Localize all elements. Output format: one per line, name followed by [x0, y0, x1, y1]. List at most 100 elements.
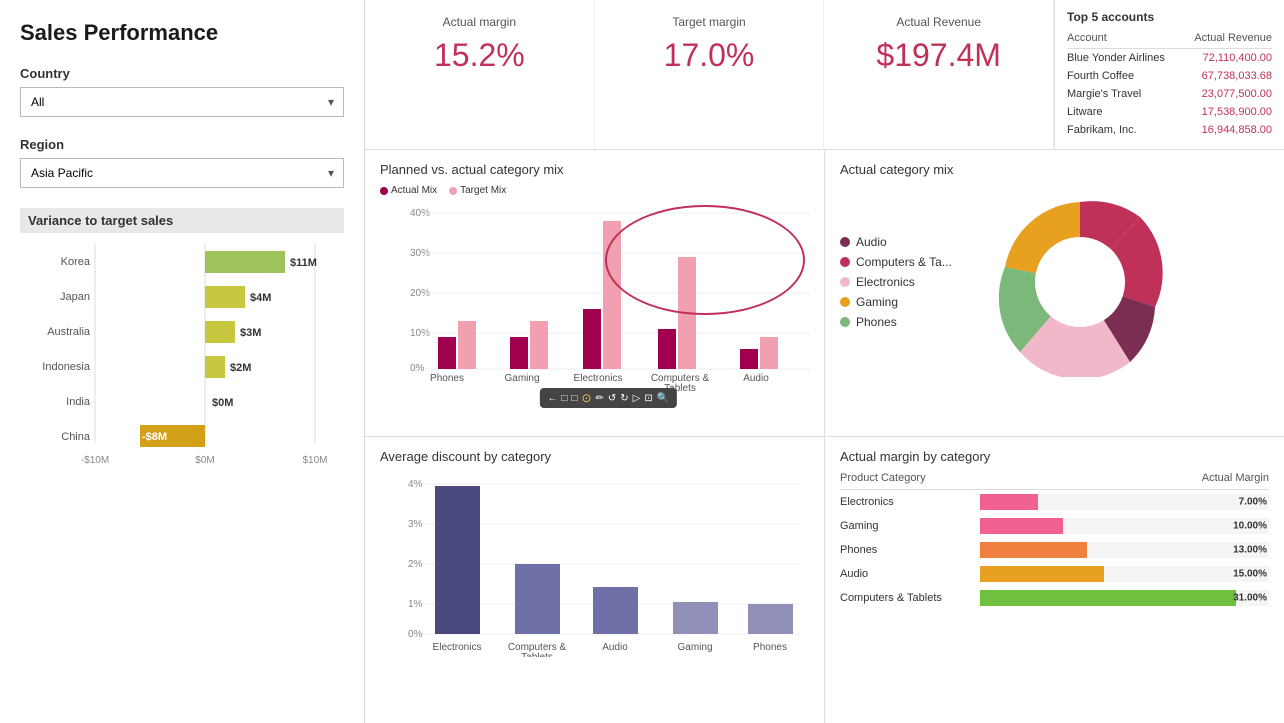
legend-computers: Computers & Ta... [840, 255, 960, 269]
accounts-col-account: Account [1067, 32, 1181, 49]
top-accounts-panel: Top 5 accounts Account Actual Revenue Bl… [1054, 0, 1284, 149]
toolbar-play[interactable]: ▷ [633, 393, 641, 404]
svg-text:$0M: $0M [195, 455, 214, 466]
margin-bar-cell: 13.00% [980, 538, 1269, 562]
account-row: Fabrikam, Inc.16,944,858.00 [1067, 121, 1272, 139]
actual-mix-title: Actual category mix [840, 162, 1269, 177]
legend-target-mix: Target Mix [449, 185, 506, 196]
svg-text:-$8M: -$8M [142, 431, 167, 443]
account-row: Blue Yonder Airlines72,110,400.00 [1067, 49, 1272, 68]
legend-actual-mix: Actual Mix [380, 185, 437, 196]
top-accounts-title: Top 5 accounts [1067, 10, 1272, 24]
svg-text:Korea: Korea [61, 256, 91, 268]
actual-mix-panel: Actual category mix Audio Computers & Ta… [825, 150, 1284, 436]
legend-phones-label: Phones [856, 315, 897, 329]
legend-actual-dot [380, 187, 388, 195]
actual-margin-panel-title: Actual margin by category [840, 449, 1269, 464]
region-filter[interactable]: Asia Pacific [20, 158, 344, 188]
avg-discount-chart: 4% 3% 2% 1% 0% Electronics [380, 472, 800, 657]
margin-table: Product Category Actual Margin Electroni… [840, 472, 1269, 610]
svg-text:0%: 0% [410, 363, 425, 374]
legend-electronics: Electronics [840, 275, 960, 289]
toolbar-square1[interactable]: □ [561, 393, 567, 404]
margin-category: Audio [840, 562, 980, 586]
toolbar-pen[interactable]: ✏ [596, 393, 604, 404]
svg-text:2%: 2% [408, 559, 423, 570]
margin-row: Electronics 7.00% [840, 490, 1269, 515]
actual-revenue-kpi: Actual Revenue $197.4M [824, 0, 1054, 149]
margin-row: Gaming 10.00% [840, 514, 1269, 538]
avg-discount-title: Average discount by category [380, 449, 809, 464]
svg-text:$11M: $11M [290, 257, 317, 269]
legend-computers-label: Computers & Ta... [856, 255, 952, 269]
account-revenue: 17,538,900.00 [1181, 103, 1272, 121]
margin-col-margin: Actual Margin [980, 472, 1269, 490]
svg-text:Audio: Audio [743, 373, 769, 384]
svg-text:3%: 3% [408, 519, 423, 530]
account-row: Fourth Coffee67,738,033.68 [1067, 67, 1272, 85]
svg-text:Gaming: Gaming [504, 373, 539, 384]
legend-audio: Audio [840, 235, 960, 249]
planned-actual-panel: Planned vs. actual category mix Actual M… [365, 150, 824, 436]
legend-audio-dot [840, 237, 850, 247]
svg-text:Gaming: Gaming [677, 642, 712, 653]
svg-text:Electronics: Electronics [433, 642, 482, 653]
toolbar-zoom[interactable]: 🔍 [657, 393, 669, 404]
region-select[interactable]: Asia Pacific [20, 158, 344, 188]
actual-margin-kpi: Actual margin 15.2% [365, 0, 595, 149]
target-margin-label: Target margin [615, 15, 804, 29]
variance-chart: Korea $11M Japan $4M Australia $3M Indon… [20, 243, 330, 473]
country-filter[interactable]: All [20, 87, 344, 117]
svg-text:Indonesia: Indonesia [42, 361, 91, 373]
account-name: Margie's Travel [1067, 85, 1181, 103]
sidebar: Sales Performance Country All Region Asi… [0, 0, 365, 723]
svg-text:0%: 0% [408, 629, 423, 640]
toolbar-back[interactable]: ← [547, 393, 557, 404]
legend-phones-dot [840, 317, 850, 327]
account-name: Blue Yonder Airlines [1067, 49, 1181, 68]
svg-text:Audio: Audio [602, 642, 628, 653]
legend-electronics-label: Electronics [856, 275, 915, 289]
svg-text:-$10M: -$10M [81, 455, 109, 466]
toolbar-redo[interactable]: ↻ [620, 393, 628, 404]
main-content: Actual margin 15.2% Target margin 17.0% … [365, 0, 1284, 723]
legend-gaming-dot [840, 297, 850, 307]
legend-gaming: Gaming [840, 295, 960, 309]
actual-margin-panel: Actual margin by category Product Catego… [825, 437, 1284, 723]
planned-actual-title: Planned vs. actual category mix [380, 162, 809, 177]
donut-chart [980, 187, 1180, 377]
svg-text:$0M: $0M [212, 397, 233, 409]
toolbar-circle[interactable]: ⊙ [581, 391, 591, 405]
planned-actual-legend: Actual Mix Target Mix [380, 185, 809, 196]
legend-target-dot [449, 187, 457, 195]
margin-category: Gaming [840, 514, 980, 538]
toolbar-grid[interactable]: ⊡ [644, 393, 652, 404]
toolbar[interactable]: ← □ □ ⊙ ✏ ↺ ↻ ▷ ⊡ 🔍 [539, 388, 677, 408]
kpi-row: Actual margin 15.2% Target margin 17.0% … [365, 0, 1284, 150]
account-revenue: 72,110,400.00 [1181, 49, 1272, 68]
margin-category: Electronics [840, 490, 980, 515]
svg-text:Tablets: Tablets [521, 652, 553, 657]
legend-electronics-dot [840, 277, 850, 287]
avg-discount-panel: Average discount by category 4% 3% 2% 1%… [365, 437, 824, 723]
account-row: Margie's Travel23,077,500.00 [1067, 85, 1272, 103]
legend-computers-dot [840, 257, 850, 267]
svg-text:$10M: $10M [302, 455, 327, 466]
toolbar-undo[interactable]: ↺ [608, 393, 616, 404]
legend-target-label: Target Mix [460, 185, 506, 196]
actual-revenue-label: Actual Revenue [844, 15, 1033, 29]
margin-row: Phones 13.00% [840, 538, 1269, 562]
margin-col-category: Product Category [840, 472, 980, 490]
country-select[interactable]: All [20, 87, 344, 117]
toolbar-square2[interactable]: □ [571, 393, 577, 404]
svg-text:$4M: $4M [250, 292, 271, 304]
margin-category: Computers & Tablets [840, 586, 980, 610]
svg-text:$3M: $3M [240, 327, 261, 339]
region-filter-label: Region [20, 137, 344, 152]
country-filter-label: Country [20, 66, 344, 81]
account-revenue: 67,738,033.68 [1181, 67, 1272, 85]
svg-text:$2M: $2M [230, 362, 251, 374]
margin-row: Audio 15.00% [840, 562, 1269, 586]
account-row: Litware17,538,900.00 [1067, 103, 1272, 121]
account-name: Fabrikam, Inc. [1067, 121, 1181, 139]
